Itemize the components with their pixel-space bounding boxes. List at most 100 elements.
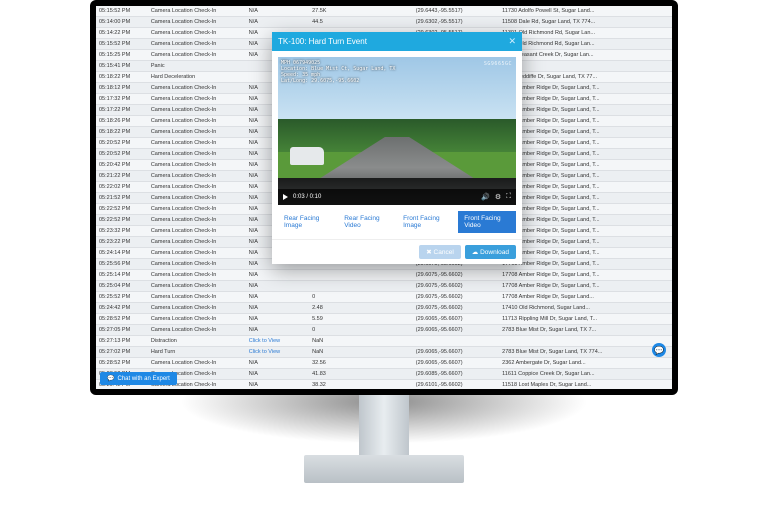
time-cell: 05:22:02 PM: [96, 182, 148, 193]
time-cell: 05:20:42 PM: [96, 160, 148, 171]
addr-cell: 17081 Amber Ridge Dr, Sugar Land, T...: [499, 83, 672, 94]
video-overlay-text: MPH 067949025 Location: Blue Mist Ct, Su…: [281, 60, 395, 84]
addr-cell: 2393 Reddiffe Dr, Sugar Land, TX 77...: [499, 72, 672, 83]
addr-cell: 17708 Amber Ridge Dr, Sugar Land, T...: [499, 259, 672, 270]
table-row[interactable]: 05:27:02 PMHard TurnClick to ViewNaN(29.…: [96, 347, 672, 358]
type-cell: Camera Location Check-In: [148, 292, 246, 303]
tab-rear-facing-video[interactable]: Rear Facing Video: [338, 211, 395, 233]
modal-tabs: Rear Facing ImageRear Facing VideoFront …: [272, 211, 522, 239]
link-cell: N/A: [246, 314, 309, 325]
link-cell: N/A: [246, 292, 309, 303]
value-cell: 27.5K: [309, 6, 413, 17]
link-cell[interactable]: Click to View: [246, 336, 309, 347]
type-cell: Camera Location Check-In: [148, 325, 246, 336]
time-cell: 05:23:32 PM: [96, 226, 148, 237]
value-cell: 0: [309, 292, 413, 303]
time-cell: 05:17:32 PM: [96, 94, 148, 105]
video-watermark: SG9665GC: [484, 61, 512, 67]
value-cell: 38.32: [309, 380, 413, 390]
value-cell: 41.83: [309, 369, 413, 380]
type-cell: Camera Location Check-In: [148, 105, 246, 116]
table-row[interactable]: 05:24:42 PMCamera Location Check-InN/A2.…: [96, 303, 672, 314]
monitor-frame: 05:15:52 PMCamera Location Check-InN/A27…: [90, 0, 678, 395]
tab-front-facing-video[interactable]: Front Facing Video: [458, 211, 516, 233]
addr-cell: 11301 Old Richmond Rd, Sugar Lan...: [499, 28, 672, 39]
addr-cell: 2362 Ambergate Dr, Sugar Land...: [499, 358, 672, 369]
table-row[interactable]: 05:27:13 PMDistractionClick to ViewNaN: [96, 336, 672, 347]
chat-fab[interactable]: 💬: [652, 343, 666, 357]
coord-cell: (29.6075,-95.6602): [413, 270, 499, 281]
download-button[interactable]: ☁ Download: [465, 245, 516, 259]
value-cell: NaN: [309, 336, 413, 347]
addr-cell: 17708 Amber Ridge Dr, Sugar Land, T...: [499, 138, 672, 149]
type-cell: Camera Location Check-In: [148, 358, 246, 369]
table-row[interactable]: 05:28:52 PMCamera Location Check-InN/A32…: [96, 358, 672, 369]
time-cell: 05:15:41 PM: [96, 61, 148, 72]
link-cell[interactable]: Click to View: [246, 347, 309, 358]
settings-icon[interactable]: ⚙: [495, 193, 501, 201]
table-row[interactable]: 05:14:00 PMCamera Location Check-InN/A44…: [96, 17, 672, 28]
addr-cell: 17708 Amber Ridge Dr, Sugar Land, T...: [499, 248, 672, 259]
cancel-button[interactable]: ✖ Cancel: [419, 245, 461, 259]
coord-cell: (29.6065,-95.6607): [413, 358, 499, 369]
type-cell: Camera Location Check-In: [148, 160, 246, 171]
type-cell: Camera Location Check-In: [148, 226, 246, 237]
time-cell: 05:15:52 PM: [96, 6, 148, 17]
chat-widget[interactable]: 💬 Chat with an Expert: [100, 372, 177, 385]
modal-title: TK-100: Hard Turn Event: [278, 37, 367, 46]
addr-cell: 2783 Blue Mist Dr, Sugar Land, TX 774...: [499, 347, 672, 358]
time-cell: 05:25:14 PM: [96, 270, 148, 281]
table-row[interactable]: 05:29:42 PMCamera Location Check-InN/A38…: [96, 380, 672, 390]
value-cell: 2.48: [309, 303, 413, 314]
addr-cell: 17708 Amber Ridge Dr, Sugar Land, T...: [499, 182, 672, 193]
table-row[interactable]: 05:25:14 PMCamera Location Check-InN/A(2…: [96, 270, 672, 281]
time-cell: 05:27:02 PM: [96, 347, 148, 358]
event-modal: TK-100: Hard Turn Event ✕ MPH 067949025 …: [272, 32, 522, 264]
addr-cell: 11730 Adolfo Powell St, Sugar Land...: [499, 6, 672, 17]
type-cell: Camera Location Check-In: [148, 138, 246, 149]
link-cell: N/A: [246, 17, 309, 28]
close-icon[interactable]: ✕: [508, 36, 516, 47]
play-icon[interactable]: [283, 194, 288, 200]
table-row[interactable]: 05:25:52 PMCamera Location Check-InN/A0(…: [96, 292, 672, 303]
table-row[interactable]: 05:25:04 PMCamera Location Check-InN/A(2…: [96, 281, 672, 292]
time-cell: 05:17:22 PM: [96, 105, 148, 116]
table-row[interactable]: 05:28:52 PMCamera Location Check-InN/A5.…: [96, 314, 672, 325]
video-player[interactable]: MPH 067949025 Location: Blue Mist Ct, Su…: [278, 57, 516, 205]
table-row[interactable]: 05:15:52 PMCamera Location Check-InN/A27…: [96, 6, 672, 17]
type-cell: Camera Location Check-In: [148, 182, 246, 193]
time-cell: 05:22:52 PM: [96, 215, 148, 226]
video-time: 0:03 / 0:10: [293, 194, 321, 200]
type-cell: Camera Location Check-In: [148, 127, 246, 138]
value-cell: 32.56: [309, 358, 413, 369]
addr-cell: 17410 Old Richmond, Sugar Land...: [499, 303, 672, 314]
addr-cell: 17708 Amber Ridge Dr, Sugar Land, T...: [499, 116, 672, 127]
type-cell: Camera Location Check-In: [148, 204, 246, 215]
value-cell: 44.5: [309, 17, 413, 28]
type-cell: Camera Location Check-In: [148, 83, 246, 94]
link-cell: N/A: [246, 6, 309, 17]
type-cell: Camera Location Check-In: [148, 50, 246, 61]
monitor-stand-neck: [359, 395, 409, 457]
coord-cell: (29.6443,-95.5517): [413, 6, 499, 17]
type-cell: Hard Deceleration: [148, 72, 246, 83]
table-row[interactable]: 05:27:05 PMCamera Location Check-InN/A0(…: [96, 325, 672, 336]
addr-cell: 11518 Lost Maples Dr, Sugar Land...: [499, 380, 672, 390]
tab-rear-facing-image[interactable]: Rear Facing Image: [278, 211, 336, 233]
table-row[interactable]: 05:28:52 PMCamera Location Check-InN/A41…: [96, 369, 672, 380]
type-cell: Camera Location Check-In: [148, 270, 246, 281]
video-controls[interactable]: 0:03 / 0:10 🔊 ⚙ ⛶: [278, 189, 516, 205]
time-cell: 05:14:00 PM: [96, 17, 148, 28]
fullscreen-icon[interactable]: ⛶: [506, 193, 511, 201]
time-cell: 05:21:52 PM: [96, 193, 148, 204]
tab-front-facing-image[interactable]: Front Facing Image: [397, 211, 456, 233]
app-screen: 05:15:52 PMCamera Location Check-InN/A27…: [96, 6, 672, 389]
addr-cell: 17708 Amber Ridge Dr, Sugar Land, T...: [499, 149, 672, 160]
addr-cell: 11196 Old Richmond Rd, Sugar Lan...: [499, 39, 672, 50]
value-cell: [309, 270, 413, 281]
coord-cell: (29.6302,-95.5517): [413, 17, 499, 28]
addr-cell: 7330 Pleasant Creek Dr, Sugar Lan...: [499, 50, 672, 61]
addr-cell: 2783 Blue Mist Dr, Sugar Land, TX 7...: [499, 325, 672, 336]
addr-cell: 17708 Amber Ridge Dr, Sugar Land, T...: [499, 193, 672, 204]
volume-icon[interactable]: 🔊: [481, 193, 490, 201]
